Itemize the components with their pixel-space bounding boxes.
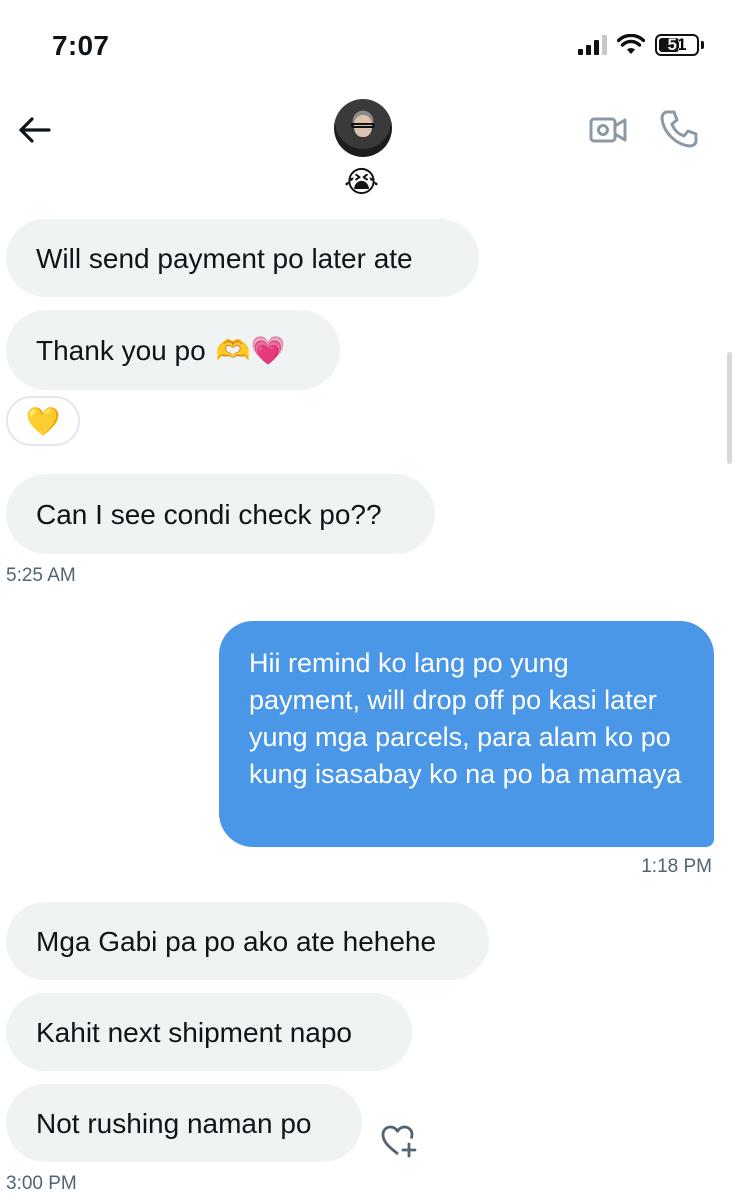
heart-hands-emoji: 🫶💗 — [215, 334, 286, 366]
message-bubble[interactable]: Not rushing naman po — [6, 1084, 362, 1162]
cellular-signal-icon — [578, 35, 607, 55]
message-bubble[interactable]: Mga Gabi pa po ako ate hehehe — [6, 902, 489, 980]
message-text: Not rushing naman po — [36, 1107, 312, 1139]
battery-level: 51 — [667, 35, 687, 54]
phone-icon — [660, 110, 698, 148]
message-text: Hii remind ko lang po yung payment, will… — [249, 648, 682, 789]
video-camera-icon — [589, 117, 627, 143]
avatar[interactable] — [334, 99, 392, 157]
message-timestamp: 3:00 PM — [6, 1173, 77, 1194]
yellow-heart-icon: 💛 — [25, 405, 61, 437]
message-timestamp: 1:18 PM — [641, 856, 712, 877]
voice-call-button[interactable] — [658, 108, 700, 150]
message-text: Kahit next shipment napo — [36, 1016, 352, 1048]
add-reaction-button[interactable] — [380, 1122, 418, 1160]
message-text: Thank you po — [36, 334, 206, 366]
message-bubble[interactable]: Thank you po 🫶💗 — [6, 310, 340, 390]
message-text: Mga Gabi pa po ako ate hehehe — [36, 925, 437, 957]
battery-icon: 51 — [655, 34, 699, 56]
message-bubble[interactable]: Will send payment po later ate — [6, 219, 479, 297]
message-bubble-sent[interactable]: Hii remind ko lang po yung payment, will… — [219, 621, 714, 847]
wifi-icon — [617, 34, 645, 54]
video-call-button[interactable] — [588, 110, 628, 150]
message-text: Will send payment po later ate — [36, 242, 413, 274]
scrollbar-thumb[interactable] — [727, 352, 732, 464]
conversation-name[interactable]: 😭 — [344, 168, 379, 198]
back-button[interactable] — [14, 110, 54, 150]
status-time: 7:07 — [52, 30, 110, 61]
status-icons: 51 — [578, 34, 704, 56]
message-text: Can I see condi check po?? — [36, 498, 382, 530]
heart-plus-icon — [381, 1125, 417, 1158]
message-bubble[interactable]: Can I see condi check po?? — [6, 474, 435, 554]
arrow-left-icon — [19, 117, 51, 143]
reaction-badge[interactable]: 💛 — [6, 396, 80, 446]
message-timestamp: 5:25 AM — [6, 565, 76, 586]
message-bubble[interactable]: Kahit next shipment napo — [6, 993, 412, 1071]
